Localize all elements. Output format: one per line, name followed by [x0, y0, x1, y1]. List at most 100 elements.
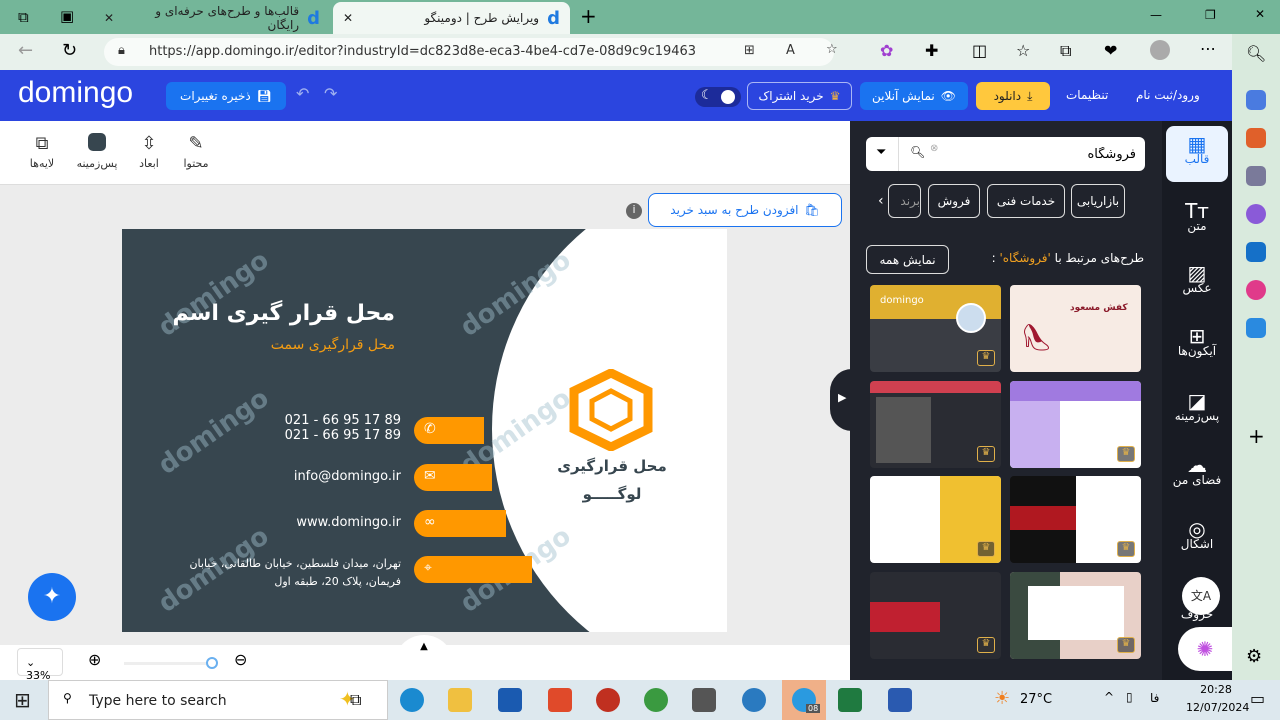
- read-aloud-icon[interactable]: A: [786, 43, 795, 58]
- tool-dimensions[interactable]: ⇳ ابعاد: [129, 133, 169, 170]
- performance-icon[interactable]: ❤: [1104, 41, 1117, 60]
- sidebar-item-background[interactable]: ◪ پس‌زمینه: [1166, 383, 1228, 439]
- zoom-select[interactable]: ⌄ 33%: [17, 648, 63, 682]
- battery-icon[interactable]: ▯: [1126, 690, 1133, 704]
- settings-link[interactable]: تنظیمات: [1066, 88, 1108, 102]
- chip-brand[interactable]: برند: [888, 184, 921, 218]
- games-icon[interactable]: [1246, 166, 1266, 186]
- ai-brain-button[interactable]: ✺: [1178, 627, 1232, 671]
- clear-search-icon[interactable]: ⊗: [930, 143, 938, 154]
- magic-wand-button[interactable]: ✦: [28, 573, 76, 621]
- store-icon[interactable]: [498, 688, 522, 712]
- url-field[interactable]: 🔒︎ https://app.domingo.ir/editor?industr…: [104, 38, 838, 66]
- minimize-icon[interactable]: —: [1150, 8, 1162, 22]
- send-icon[interactable]: [1246, 318, 1266, 338]
- zoom-slider[interactable]: [124, 657, 218, 669]
- chrome-icon[interactable]: [644, 688, 668, 712]
- weather-temp[interactable]: 27°C: [1020, 692, 1052, 707]
- sidebar-item-shapes[interactable]: ◎ اشکال: [1166, 511, 1228, 567]
- refresh-icon[interactable]: ↻: [62, 40, 77, 61]
- show-all-button[interactable]: نمایش همه: [866, 245, 949, 274]
- notifications-icon[interactable]: ▭: [1250, 689, 1265, 708]
- tools-icon[interactable]: [1246, 128, 1266, 148]
- undo-icon[interactable]: ↶: [296, 84, 309, 103]
- template-thumb[interactable]: ♛: [1010, 572, 1141, 659]
- search-icon[interactable]: 🔍︎: [910, 145, 925, 159]
- template-thumb[interactable]: ♛: [870, 476, 1001, 563]
- sidebar-item-photo[interactable]: ▨ عکس: [1166, 255, 1228, 311]
- filter-icon[interactable]: ⏷: [876, 145, 886, 160]
- zoom-in-icon[interactable]: ⊕: [88, 650, 101, 669]
- settings-gear-icon[interactable]: ⚙: [1246, 646, 1262, 667]
- microsoft365-icon[interactable]: [1246, 204, 1266, 224]
- edge-app-icon[interactable]: [400, 688, 424, 712]
- card-address-1[interactable]: تهران، میدان فلسطین، خیابان طالقانی، خیا…: [189, 557, 401, 570]
- favorites-icon[interactable]: ☆: [1016, 41, 1030, 60]
- telegram-taskbar-item[interactable]: 08: [782, 680, 826, 720]
- app-c-icon[interactable]: [548, 688, 572, 712]
- download-button[interactable]: ⤓ دانلود: [976, 82, 1050, 110]
- translate-icon[interactable]: 文A: [1182, 577, 1220, 615]
- taskbar-search[interactable]: ⚲ Type here to search ✦: [48, 680, 388, 720]
- logo-text-2[interactable]: لوگـــــو: [552, 485, 672, 503]
- shopping-icon[interactable]: [1246, 90, 1266, 110]
- template-thumb[interactable]: ♛: [870, 572, 1001, 659]
- outlook-icon[interactable]: [1246, 242, 1266, 262]
- copilot-icon[interactable]: ✿: [880, 41, 893, 60]
- template-thumb[interactable]: ♛: [870, 381, 1001, 468]
- split-screen-icon[interactable]: ◫: [972, 41, 987, 60]
- back-icon[interactable]: ←: [18, 40, 33, 61]
- search-icon[interactable]: 🔍︎: [1246, 44, 1266, 63]
- zoom-out-icon[interactable]: ⊖: [234, 650, 247, 669]
- profile-avatar[interactable]: [1150, 40, 1170, 60]
- tool-background[interactable]: پس‌زمینه: [75, 133, 119, 170]
- weather-icon[interactable]: ☀: [994, 688, 1010, 709]
- app-available-icon[interactable]: ⊞: [744, 43, 755, 58]
- template-thumb[interactable]: کفش مسعود 👠︎: [1010, 285, 1141, 372]
- clock-time[interactable]: 20:28: [1190, 683, 1242, 696]
- card-phone-1[interactable]: 021 - 66 95 17 89: [285, 413, 401, 428]
- domingo-logo[interactable]: domingo: [18, 76, 133, 110]
- tool-content[interactable]: ✎ محتوا: [176, 133, 216, 170]
- workspaces-icon[interactable]: ⧉: [18, 8, 29, 26]
- chip-marketing[interactable]: بازاریابی: [1071, 184, 1125, 218]
- add-icon[interactable]: +: [1248, 424, 1265, 448]
- template-thumb[interactable]: domingo ♛: [870, 285, 1001, 372]
- subscribe-button[interactable]: ♛ خرید اشتراک: [747, 82, 852, 110]
- card-address-2[interactable]: فریمان، پلاک 20، طبقه اول: [274, 575, 401, 588]
- tray-chevron-icon[interactable]: ^: [1104, 690, 1114, 704]
- info-icon[interactable]: i: [626, 203, 642, 219]
- login-link[interactable]: ورود/ثبت نام: [1136, 88, 1200, 102]
- app-green-icon[interactable]: [692, 688, 716, 712]
- chips-scroll-left-icon[interactable]: ‹: [878, 193, 884, 209]
- search-input[interactable]: [946, 143, 1136, 165]
- restore-icon[interactable]: ❐: [1205, 8, 1216, 22]
- extensions-icon[interactable]: ✚: [925, 41, 938, 60]
- tool-layers[interactable]: ⧉ لایه‌ها: [22, 133, 62, 170]
- redo-icon[interactable]: ↷: [324, 84, 337, 103]
- close-tab-icon[interactable]: ✕: [104, 11, 114, 25]
- file-explorer-icon[interactable]: [448, 688, 472, 712]
- tab-actions-icon[interactable]: ▣: [60, 7, 74, 25]
- designer-icon[interactable]: [1246, 280, 1266, 300]
- card-name-text[interactable]: محل قرار گیری اسم: [173, 301, 395, 326]
- more-icon[interactable]: ⋯: [1200, 39, 1216, 58]
- collapse-panel-handle[interactable]: ▶: [830, 369, 852, 431]
- save-button[interactable]: 💾︎ ذخیره تغییرات: [166, 82, 286, 110]
- tab-editor[interactable]: d ویرایش طرح | دومینگو ✕: [333, 2, 570, 34]
- preview-button[interactable]: 👁︎ نمایش آنلاین: [860, 82, 968, 110]
- sidebar-item-templates[interactable]: ▦ قالب: [1166, 126, 1228, 182]
- chip-technical-services[interactable]: خدمات فنی: [987, 184, 1065, 218]
- favorite-star-icon[interactable]: ☆: [826, 42, 838, 57]
- tab-templates[interactable]: d قالب‌ها و طرح‌های حرفه‌ای و رایگان ✕: [94, 2, 330, 34]
- windows-start-icon[interactable]: ⊞: [14, 688, 31, 712]
- excel-icon[interactable]: [838, 688, 862, 712]
- sidebar-item-text[interactable]: Tт متن: [1166, 193, 1228, 249]
- card-title-text[interactable]: محل قرارگیری سمت: [271, 337, 395, 353]
- chip-sales[interactable]: فروش: [928, 184, 980, 218]
- business-card-canvas[interactable]: domingo domingo domingo domingo domingo …: [122, 229, 727, 632]
- close-tab-icon[interactable]: ✕: [343, 11, 353, 25]
- card-email[interactable]: info@domingo.ir: [294, 469, 401, 484]
- task-view-icon[interactable]: ⧉: [350, 690, 361, 710]
- download-manager-icon[interactable]: [742, 688, 766, 712]
